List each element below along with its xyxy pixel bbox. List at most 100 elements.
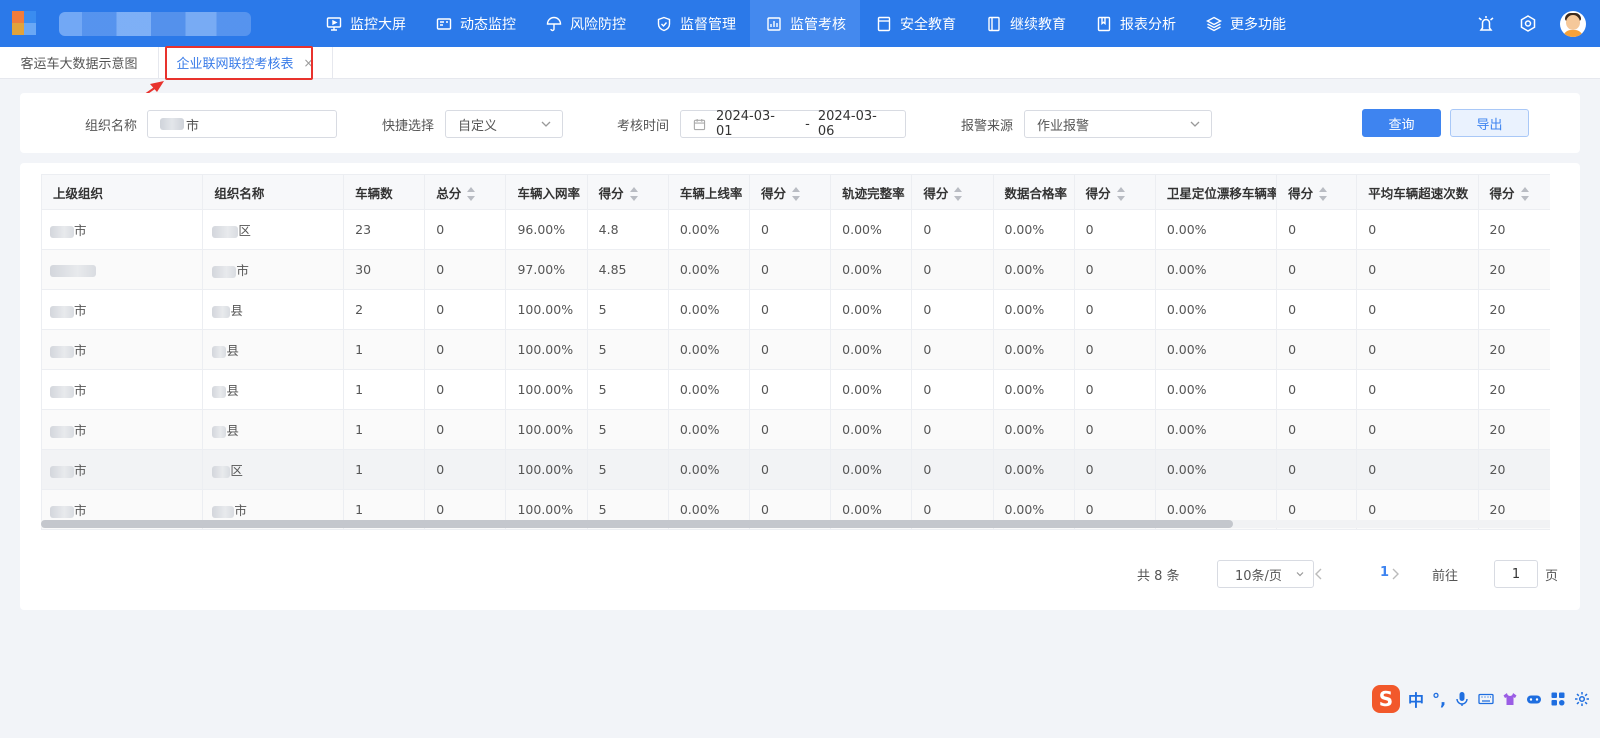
ime-punctuation[interactable]: °, — [1432, 690, 1446, 709]
settings-icon[interactable] — [1518, 14, 1538, 34]
column-header[interactable]: 得分 — [1276, 174, 1358, 210]
org-name-input[interactable]: 市 — [147, 110, 337, 138]
nav-item-label: 监控大屏 — [350, 16, 406, 33]
sogou-logo-icon[interactable]: S — [1372, 685, 1400, 713]
horizontal-scrollbar[interactable] — [41, 520, 1550, 528]
table-row[interactable]: 市区10100.00%50.00%00.00%00.00%00.00%00200 — [41, 449, 1550, 490]
table-row[interactable]: 市县10100.00%50.00%00.00%00.00%00.00%00200 — [41, 369, 1550, 410]
nav-item-continuing-education[interactable]: 继续教育 — [970, 0, 1080, 47]
column-header[interactable]: 得分 — [586, 174, 669, 210]
grid-apps-icon[interactable] — [1550, 691, 1566, 707]
table-row[interactable]: 市 30 0 97.00% 4.85 0.00% 0 0.00% 0 0.00% 0 0.00% 0 0 2… — [41, 249, 1550, 290]
table-cell: 0.00% — [992, 249, 1075, 290]
sort-caret-icon[interactable] — [954, 187, 963, 201]
nav-item-assessment[interactable]: 监管考核 — [750, 0, 860, 47]
column-header[interactable]: 得分 — [1477, 174, 1550, 210]
date-start[interactable]: 2024-03-01 — [716, 109, 791, 139]
table-cell: 5 — [586, 369, 669, 410]
column-header: 车辆上线率 — [667, 174, 750, 210]
redacted-text — [212, 505, 235, 518]
org-name-cell: 县 — [202, 289, 345, 330]
table-cell: 30 — [343, 249, 426, 290]
column-header[interactable]: 总分 — [424, 174, 507, 210]
nav-item-label: 风险防控 — [570, 16, 626, 33]
keyboard-icon[interactable] — [1478, 691, 1494, 707]
user-avatar[interactable] — [1560, 10, 1586, 37]
table-cell: 0 — [424, 369, 507, 410]
nav-item-label: 监督管理 — [680, 16, 736, 33]
alarm-bell-icon[interactable] — [1476, 14, 1496, 34]
goto-page-input[interactable]: 1 — [1494, 560, 1538, 588]
ime-mode-chinese[interactable]: 中 — [1408, 687, 1424, 711]
column-header: 上级组织 — [41, 174, 204, 210]
sort-caret-icon[interactable] — [467, 187, 476, 201]
skin-shirt-icon[interactable] — [1502, 691, 1518, 707]
sort-caret-icon[interactable] — [1520, 187, 1529, 201]
table-cell: 0 — [1276, 209, 1358, 250]
sort-caret-icon[interactable] — [1116, 187, 1125, 201]
redacted-text — [50, 305, 74, 318]
nav-item-monitor-screen[interactable]: 监控大屏 — [310, 0, 420, 47]
parent-org-cell: 市 — [41, 449, 204, 490]
table-row[interactable]: 市县10100.00%50.00%00.00%00.00%00.00%00200 — [41, 409, 1550, 450]
table-cell: 0 — [1356, 249, 1479, 290]
page-number-current[interactable]: 1 — [1380, 565, 1389, 580]
nav-item-dynamic-monitor[interactable]: 动态监控 — [420, 0, 530, 47]
table-cell: 0.00% — [830, 209, 913, 250]
table-cell: 5 — [586, 289, 669, 330]
table-cell: 0 — [1356, 289, 1479, 330]
table-panel: 上级组织 组织名称 车辆数 总分 车辆入网率 得分 车辆上线率 得分 轨迹完整率 得分 数据合格率得… — [20, 163, 1580, 610]
scrollbar-thumb[interactable] — [41, 520, 1233, 528]
table-cell: 0.00% — [992, 409, 1075, 450]
column-header[interactable]: 得分 — [748, 174, 832, 210]
goto-label: 前往 — [1432, 569, 1459, 584]
table-cell: 0 — [1356, 369, 1479, 410]
table-row[interactable]: 市县10100.00%50.00%00.00%00.00%00.00%00200 — [41, 329, 1550, 370]
nav-item-label: 动态监控 — [460, 16, 516, 33]
prev-page-icon[interactable] — [1313, 567, 1325, 581]
sort-caret-icon[interactable] — [629, 187, 638, 201]
quick-select-label: 快捷选择 — [382, 119, 435, 134]
tab-passenger-bigdata[interactable]: 客运车大数据示意图 — [0, 47, 159, 78]
date-range-picker[interactable]: 2024-03-01 - 2024-03-06 — [680, 109, 906, 139]
game-controller-icon[interactable] — [1526, 691, 1542, 707]
nav-item-report-analysis[interactable]: 报表分析 — [1080, 0, 1190, 47]
quick-select-dropdown[interactable]: 自定义 — [445, 110, 563, 138]
column-header[interactable]: 得分 — [911, 174, 994, 210]
table-cell: 0 — [911, 249, 994, 290]
page-size-select[interactable]: 10条/页 — [1217, 560, 1314, 588]
next-page-icon[interactable] — [1389, 567, 1401, 581]
tab-label: 客运车大数据示意图 — [20, 57, 138, 72]
query-button[interactable]: 查询 — [1362, 109, 1441, 137]
redacted-text — [50, 345, 74, 358]
column-header[interactable]: 得分 — [1073, 174, 1156, 210]
assessment-table: 上级组织 组织名称 车辆数 总分 车辆入网率 得分 车辆上线率 得分 轨迹完整率 得分 数据合格率得… — [41, 174, 1550, 530]
alarm-source-dropdown[interactable]: 作业报警 — [1024, 110, 1212, 138]
app-logo[interactable] — [12, 11, 36, 35]
org-name-cell: 县 — [202, 369, 345, 410]
table-cell: 0.00% — [1154, 449, 1278, 490]
table-cell: 0 — [911, 409, 994, 450]
nav-item-safety-education[interactable]: 安全教育 — [860, 0, 970, 47]
export-button[interactable]: 导出 — [1450, 109, 1529, 137]
table-cell: 0.00% — [830, 249, 913, 290]
sort-caret-icon[interactable] — [792, 187, 800, 201]
ime-settings-icon[interactable] — [1574, 691, 1590, 707]
column-header: 组织名称 — [202, 174, 345, 210]
table-row[interactable]: 市县20100.00%50.00%00.00%00.00%00.00%00200 — [41, 289, 1550, 330]
nav-item-more-functions[interactable]: 更多功能 — [1190, 0, 1300, 47]
table-cell: 0 — [748, 409, 832, 450]
table-cell: 0.00% — [992, 369, 1075, 410]
date-end[interactable]: 2024-03-06 — [818, 109, 893, 139]
sort-caret-icon[interactable] — [1319, 187, 1328, 201]
microphone-icon[interactable] — [1454, 691, 1470, 707]
table-body: 市区 23 0 96.00% 4.8 0.00% 0 0.00% 0 0.00% 0 0.00% 0 0 2… — [41, 209, 1550, 530]
table-cell: 0 — [911, 289, 994, 330]
table-cell: 0 — [1276, 449, 1358, 490]
table-row[interactable]: 市区 23 0 96.00% 4.8 0.00% 0 0.00% 0 0.00% 0 0.00% 0 0 2… — [41, 209, 1550, 250]
nav-item-risk-control[interactable]: 风险防控 — [530, 0, 640, 47]
redacted-text — [212, 425, 227, 438]
nav-item-supervision[interactable]: 监督管理 — [640, 0, 750, 47]
table-cell: 0.00% — [1154, 289, 1278, 330]
table-cell: 0.00% — [1154, 249, 1278, 290]
